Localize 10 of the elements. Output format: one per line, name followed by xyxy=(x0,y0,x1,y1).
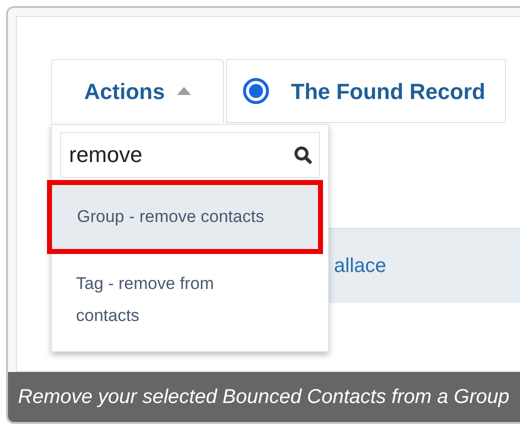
search-field[interactable]: remove xyxy=(60,132,320,178)
caption: Remove your selected Bounced Contacts from a Group xyxy=(18,385,510,410)
radio-icon xyxy=(243,78,269,104)
contact-name[interactable]: allace xyxy=(334,251,386,281)
menu-item[interactable]: Group - remove contacts xyxy=(47,180,323,254)
actions-button[interactable]: Actions xyxy=(51,59,224,123)
record-tab[interactable]: The Found Record xyxy=(226,59,506,123)
menu-item[interactable]: Tag - remove from contacts xyxy=(52,254,328,346)
search-icon xyxy=(294,146,312,164)
caret-icon xyxy=(176,87,191,95)
